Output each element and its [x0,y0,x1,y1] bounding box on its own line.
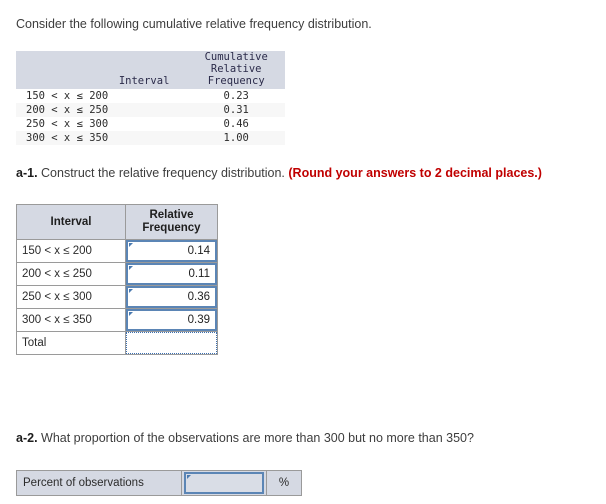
relative-frequency-input-3[interactable]: 0.36 [126,286,217,308]
intro-text: Consider the following cumulative relati… [16,17,372,31]
relative-frequency-input-cell[interactable]: 0.36 [125,285,218,309]
relative-frequency-value-3: 0.36 [187,291,210,303]
cumulative-frequency-table-body: 150 < x ≤ 200 0.23 200 < x ≤ 250 0.31 25… [16,89,285,145]
relative-frequency-input-1[interactable]: 0.14 [126,240,217,262]
table-header-row: Interval Cumulative Relative Frequency [16,51,285,89]
header-interval: Interval [16,204,126,240]
header-relative-frequency: Relative Frequency [125,204,218,240]
relative-frequency-value-4: 0.39 [187,314,210,326]
relative-frequency-table-head: Interval Relative Frequency [16,204,218,240]
table-row: 300 < x ≤ 350 0.39 [16,308,218,332]
question-a1-text: Construct the relative frequency distrib… [41,166,285,180]
header-interval: Interval [16,51,188,89]
cumulative-frequency-table: Interval Cumulative Relative Frequency 1… [16,51,285,145]
percent-of-observations-table: Percent of observations % [16,470,302,496]
cell-flag-icon [129,243,133,247]
table-row: 200 < x ≤ 250 0.11 [16,262,218,286]
interval-value: 300 < x ≤ 350 [16,131,188,145]
relative-frequency-table-body: 150 < x ≤ 200 0.14 200 < x ≤ 250 0.11 25… [16,239,218,355]
percent-of-observations-body: Percent of observations % [16,470,302,496]
table-header-row: Interval Relative Frequency [16,204,218,240]
cumulative-relative-frequency-value: 0.31 [187,103,285,117]
relative-frequency-input-cell[interactable]: 0.11 [125,262,218,286]
interval-value: 150 < x ≤ 200 [26,90,109,102]
table-row: 300 < x ≤ 350 1.00 [16,131,285,145]
relative-frequency-input-cell[interactable]: 0.14 [125,239,218,263]
cell-flag-icon [129,266,133,270]
total-input[interactable] [126,332,217,354]
cell-flag-icon [187,475,191,479]
table-row: 250 < x ≤ 300 0.46 [16,117,285,131]
relative-frequency-input-cell[interactable]: 0.39 [125,308,218,332]
interval-value: 250 < x ≤ 300 [26,118,109,130]
total-input-cell[interactable] [125,331,218,355]
table-row: Percent of observations % [16,470,302,496]
percent-of-observations-label: Percent of observations [16,470,182,496]
total-label: Total [16,331,126,355]
relative-frequency-value-1: 0.14 [187,245,210,257]
interval-label: 250 < x ≤ 300 [16,285,126,309]
cell-flag-icon [129,289,133,293]
header-cumulative-relative-frequency: Cumulative Relative Frequency [187,51,285,89]
question-a1-number: a-1. [16,166,38,180]
table-row: 150 < x ≤ 200 0.23 [16,89,285,103]
interval-label: 150 < x ≤ 200 [16,239,126,263]
percent-of-observations-input-cell[interactable] [181,470,267,496]
relative-frequency-input-4[interactable]: 0.39 [126,309,217,331]
cell-flag-icon [129,312,133,316]
cumulative-relative-frequency-value: 0.46 [223,118,249,130]
percent-of-observations-input[interactable] [184,472,264,494]
cumulative-relative-frequency-value: 1.00 [187,131,285,145]
interval-label: 200 < x ≤ 250 [16,262,126,286]
question-a1-rounding-hint: (Round your answers to 2 decimal places.… [288,166,542,180]
relative-frequency-input-2[interactable]: 0.11 [126,263,217,285]
table-row: 250 < x ≤ 300 0.36 [16,285,218,309]
question-a2-text: What proportion of the observations are … [41,431,474,445]
table-row: 200 < x ≤ 250 0.31 [16,103,285,117]
cumulative-relative-frequency-value: 0.23 [223,90,249,102]
relative-frequency-answer-table: Interval Relative Frequency 150 < x ≤ 20… [16,204,218,355]
relative-frequency-value-2: 0.11 [188,268,210,280]
question-a1: a-1. Construct the relative frequency di… [16,165,542,181]
table-row-total: Total [16,331,218,355]
interval-value: 200 < x ≤ 250 [16,103,188,117]
interval-label: 300 < x ≤ 350 [16,308,126,332]
question-a2: a-2. What proportion of the observations… [16,430,474,446]
question-a2-number: a-2. [16,431,38,445]
table-row: 150 < x ≤ 200 0.14 [16,239,218,263]
percent-unit-label: % [266,470,302,496]
cumulative-frequency-table-head: Interval Cumulative Relative Frequency [16,51,285,89]
